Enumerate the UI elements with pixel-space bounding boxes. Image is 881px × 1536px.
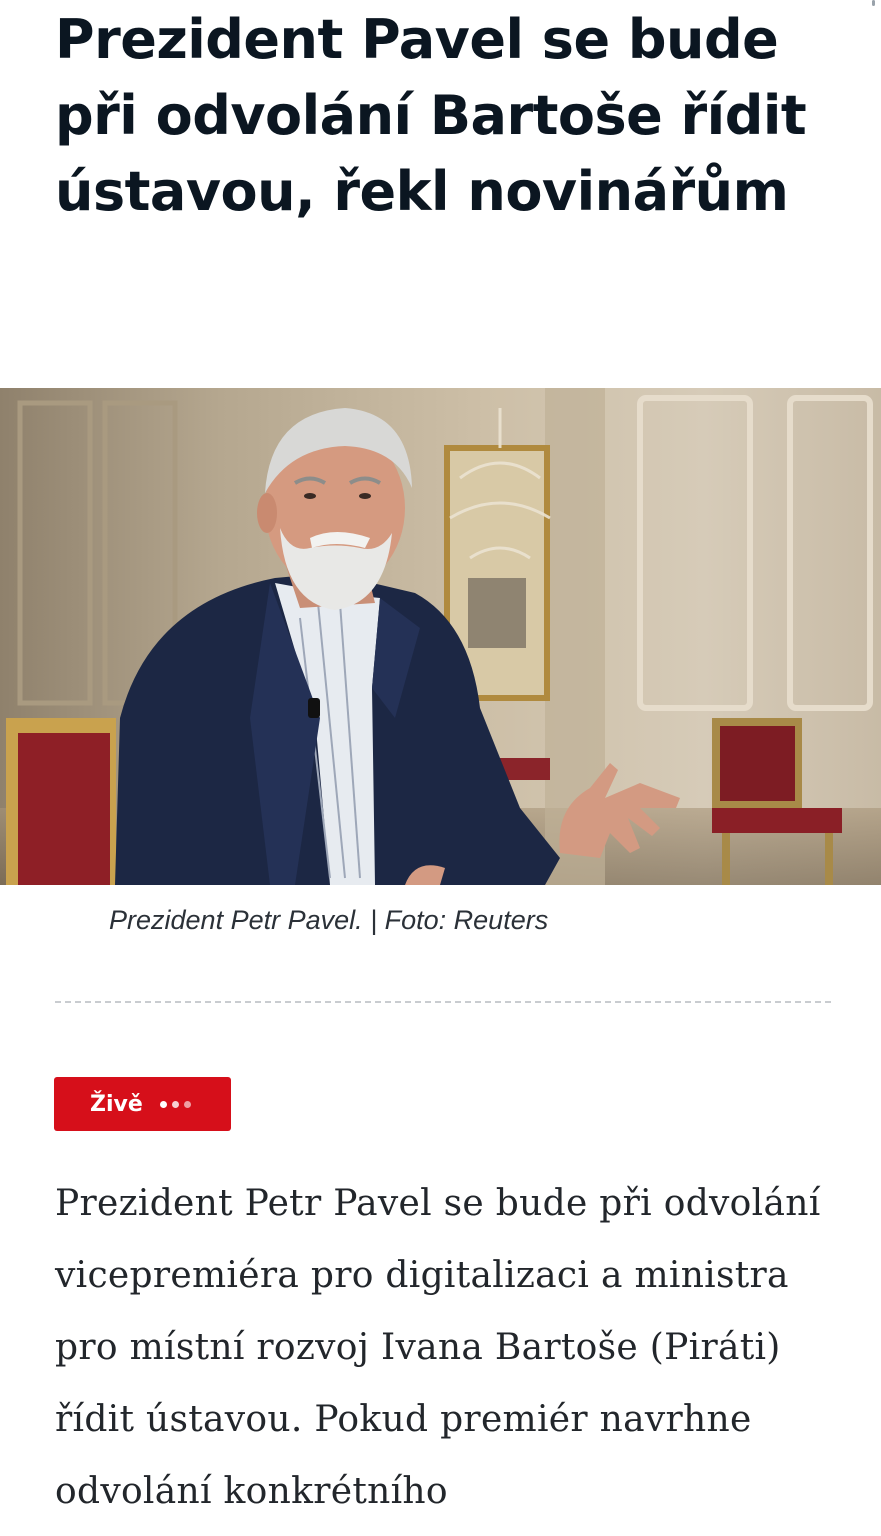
three-dots-icon [159, 1100, 191, 1108]
live-label: Živě [90, 1091, 143, 1117]
section-divider [55, 1001, 831, 1003]
live-button[interactable]: Živě [54, 1077, 231, 1131]
article-headline: Prezident Pavel se bude při odvolání Bar… [55, 8, 807, 223]
article-lead-paragraph: Prezident Petr Pavel se bude při odvolán… [55, 1183, 821, 1512]
scroll-indicator [872, 0, 875, 6]
article-photo[interactable] [0, 388, 881, 885]
photo-caption: Prezident Petr Pavel. | Foto: Reuters [109, 905, 549, 935]
president-portrait-image [0, 388, 881, 885]
